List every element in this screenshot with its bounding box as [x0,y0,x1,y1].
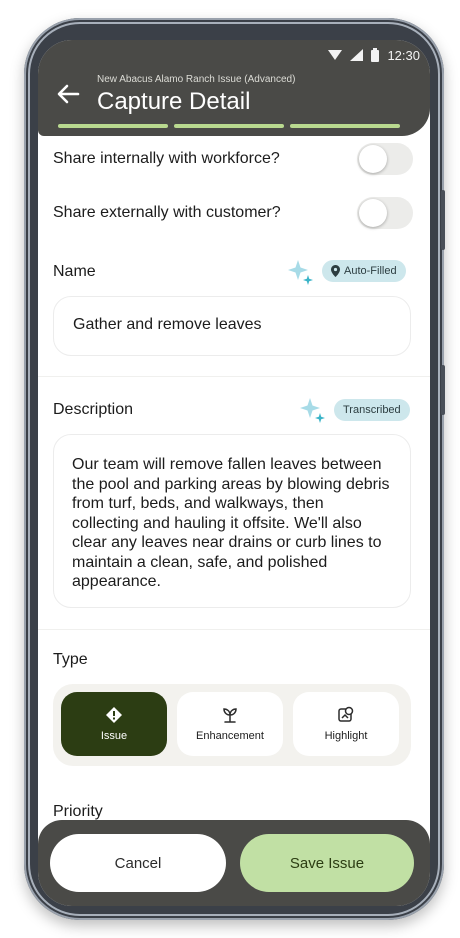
step-progress [58,124,400,128]
transcribed-text: Transcribed [343,404,401,416]
name-label: Name [53,263,96,280]
type-option-highlight[interactable]: Highlight [293,692,399,756]
volume-button [441,365,445,415]
section-divider [38,376,430,377]
alert-diamond-icon [106,707,122,723]
type-label: Type [53,651,88,668]
priority-label: Priority [53,803,103,820]
action-footer: Cancel Save Issue [38,820,430,906]
description-label: Description [53,401,134,418]
wifi-icon [328,50,343,60]
arrow-left-icon [57,84,80,104]
signal-icon [350,49,364,61]
page-title: Capture Detail [97,88,251,115]
battery-icon [371,48,380,62]
auto-filled-text: Auto-Filled [344,265,397,277]
name-input[interactable]: Gather and remove leaves [53,296,411,356]
share-internal-toggle[interactable] [357,143,413,175]
share-internal-row: Share internally with workforce? [53,143,413,175]
status-bar: 12:30 [328,46,420,64]
type-selector: Issue Enhancement Highlight [53,684,411,766]
share-external-row: Share externally with customer? [53,197,413,229]
transcribed-badge: Transcribed [334,399,410,421]
app-screen: 12:30 New Abacus Alamo Ranch Issue (Adva… [38,40,430,906]
type-option-label: Enhancement [196,730,264,742]
location-pin-icon [331,265,340,277]
progress-step [174,124,284,128]
header-bar: 12:30 New Abacus Alamo Ranch Issue (Adva… [38,40,430,136]
cancel-button[interactable]: Cancel [50,834,226,892]
auto-filled-badge: Auto-Filled [322,260,406,282]
toggle-knob [359,145,387,173]
location-badge-icon [338,706,354,722]
share-external-toggle[interactable] [357,197,413,229]
status-time: 12:30 [387,47,420,63]
share-internal-label: Share internally with workforce? [53,150,280,167]
ai-sparkle-icon [288,260,313,285]
type-option-label: Issue [100,730,128,742]
toggle-knob [359,199,387,227]
plant-icon [223,708,237,723]
progress-step [58,124,168,128]
save-issue-button[interactable]: Save Issue [240,834,414,892]
section-divider [38,629,430,630]
type-option-issue[interactable]: Issue [61,692,167,756]
name-value: Gather and remove leaves [73,316,262,333]
description-value: Our team will remove fallen leaves betwe… [72,456,390,590]
power-button [441,190,445,250]
ai-sparkle-icon [300,398,325,423]
share-external-label: Share externally with customer? [53,204,281,221]
type-option-label: Highlight [324,730,368,742]
progress-step [290,124,400,128]
header-subtitle: New Abacus Alamo Ranch Issue (Advanced) [97,74,296,85]
description-input[interactable]: Our team will remove fallen leaves betwe… [53,434,411,608]
back-button[interactable] [54,80,82,108]
type-option-enhancement[interactable]: Enhancement [177,692,283,756]
